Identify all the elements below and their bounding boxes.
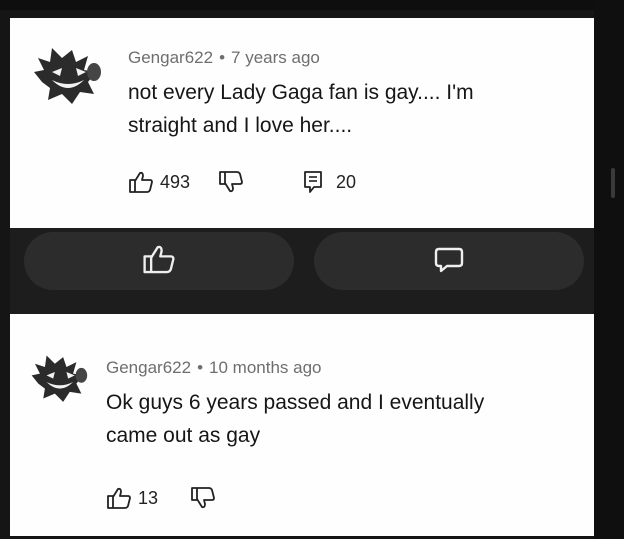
thumbs-up-icon xyxy=(142,243,176,280)
gengar-avatar[interactable] xyxy=(32,42,102,111)
comment-meta: Gengar622 • 7 years ago xyxy=(128,48,320,68)
comment-actions: 493 20 xyxy=(128,170,356,194)
like-pill-button[interactable] xyxy=(24,232,294,290)
comment-time: 10 months ago xyxy=(209,358,322,377)
comment-text-line: not every Lady Gaga fan is gay.... I'm xyxy=(128,81,474,104)
reply-icon[interactable] xyxy=(302,170,324,194)
comment-text-line: came out as gay xyxy=(106,424,261,447)
comment-time: 7 years ago xyxy=(231,48,320,67)
thumbs-up-icon[interactable] xyxy=(128,170,154,194)
comment-card: Gengar622 • 7 years ago not every Lady Gag… xyxy=(10,18,594,228)
comment-meta: Gengar622 • 10 months ago xyxy=(106,358,322,378)
thumbs-down-icon[interactable] xyxy=(190,486,216,510)
action-bar xyxy=(10,228,594,314)
scrollbar-thumb[interactable] xyxy=(611,168,615,198)
reply-count: 20 xyxy=(336,171,357,192)
gengar-avatar[interactable] xyxy=(30,350,88,409)
comment-text-line: Ok guys 6 years passed and I eventually xyxy=(106,391,485,414)
like-count: 13 xyxy=(138,487,159,508)
comment-text: Ok guys 6 years passed and I eventually … xyxy=(106,386,484,452)
comment-pill-button[interactable] xyxy=(314,232,584,290)
comment-text: not every Lady Gaga fan is gay.... I'm s… xyxy=(128,76,474,142)
comment-bubble-icon xyxy=(433,243,465,280)
meta-separator: • xyxy=(197,358,204,377)
like-count: 493 xyxy=(160,171,191,192)
author-name[interactable]: Gengar622 xyxy=(106,358,191,377)
author-name[interactable]: Gengar622 xyxy=(128,48,213,67)
meta-separator: • xyxy=(219,48,226,67)
thumbs-down-icon[interactable] xyxy=(218,170,244,194)
comment-text-line: straight and I love her.... xyxy=(128,114,353,137)
comment-card: Gengar622 • 10 months ago Ok guys 6 years … xyxy=(10,314,594,536)
comment-actions: 13 xyxy=(106,486,216,510)
scrollbar-track[interactable] xyxy=(594,0,624,539)
top-strip xyxy=(0,0,624,10)
thumbs-up-icon[interactable] xyxy=(106,486,132,510)
